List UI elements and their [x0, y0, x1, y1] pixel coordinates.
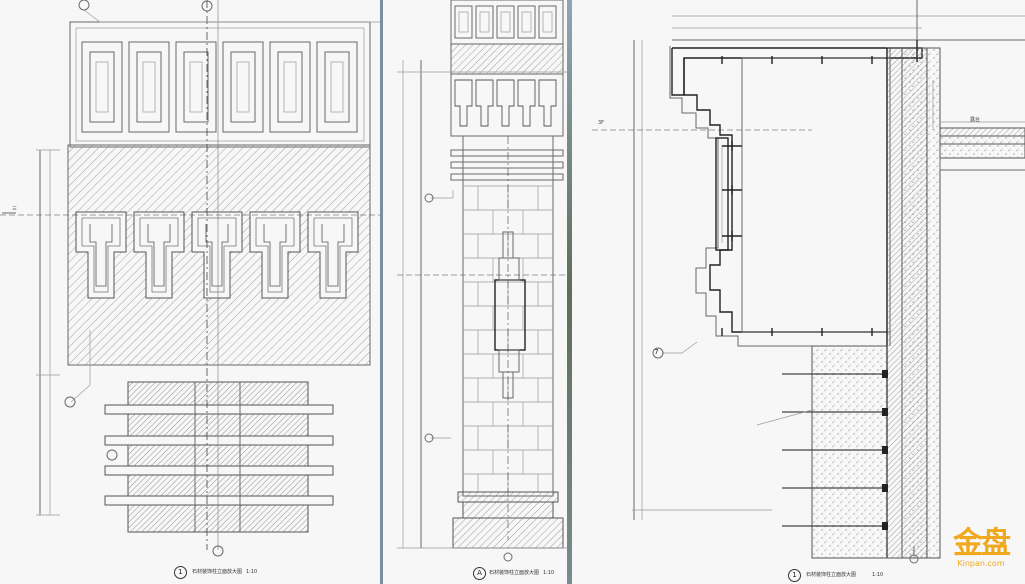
left-elevation-panel: 三 1 石材装饰柱立面放大图 1:10: [0, 0, 380, 584]
drawing-caption: 石材装饰柱立面放大图: [192, 569, 243, 575]
kinpan-logo: 金盘 Kinpan.com: [949, 526, 1013, 569]
right-detail-drawing: [592, 0, 1025, 564]
logo-glyph: 金盘: [953, 526, 1011, 561]
drawing-scale: 1:10: [543, 570, 555, 576]
drawing-caption: 石材装饰柱立面放大图: [806, 572, 857, 578]
middle-section-panel: A 石材装饰柱立面放大图 1:10: [383, 0, 567, 584]
caption-number-badge: 1: [788, 569, 801, 582]
callout-number: 7: [654, 348, 659, 356]
caption-letter-badge: A: [473, 567, 486, 580]
logo-url: Kinpan.com: [957, 559, 1005, 568]
drawing-scale: 1:10: [246, 569, 258, 575]
room-label: 露台: [970, 117, 981, 123]
level-tag: 三: [12, 206, 18, 212]
drawing-scale: 1:10: [872, 572, 884, 578]
drawing-caption: 石材装饰柱立面放大图: [489, 570, 540, 576]
level-tag: 3F: [598, 120, 605, 126]
right-detail-panel: 3F 露台 1 石材装饰柱立面放大图 1:10 7: [572, 0, 1025, 584]
caption-number-badge: 1: [174, 566, 187, 579]
middle-section-drawing: [397, 0, 567, 562]
left-elevation-drawing: [0, 0, 380, 557]
